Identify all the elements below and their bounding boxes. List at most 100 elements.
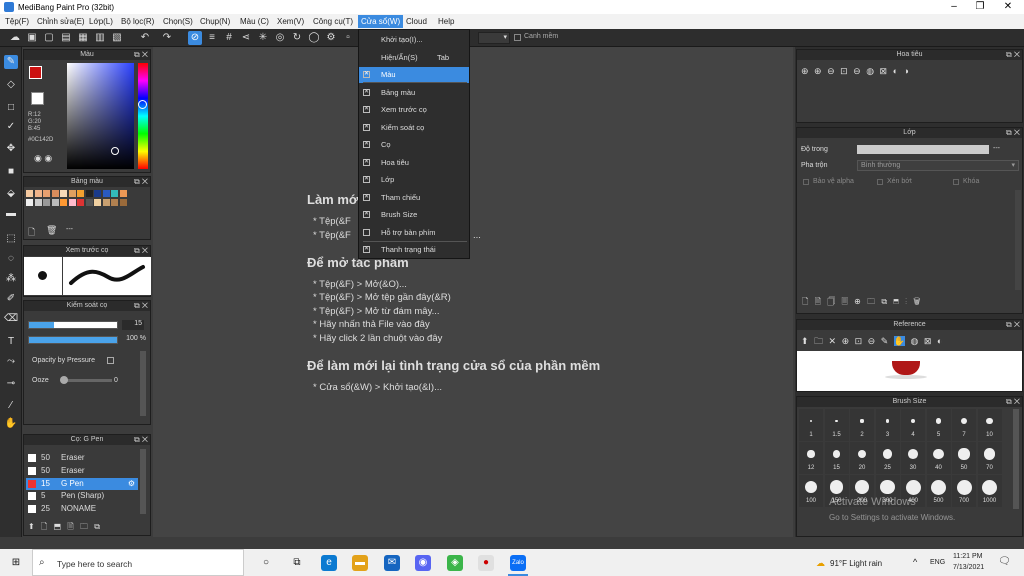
circle-snap-icon[interactable]: ◎	[273, 31, 287, 45]
brush-size-cell[interactable]: 100	[799, 475, 823, 507]
page-icon[interactable]: ▥	[93, 31, 107, 45]
grid-icon[interactable]: ▦	[76, 31, 90, 45]
divide-tool-icon[interactable]: ⁄	[4, 399, 18, 413]
brush-size-value[interactable]: 15	[122, 320, 144, 330]
dropdown-item[interactable]: ✕ Xem trước cọ	[359, 102, 469, 118]
panel-close-icon[interactable]: ⧉ ✕	[1006, 50, 1020, 60]
palette-swatch[interactable]	[94, 190, 101, 197]
zalo-icon[interactable]: Zalo	[510, 555, 526, 571]
palette-add-icon[interactable]: ◉ ◉	[34, 153, 52, 164]
green-app-icon[interactable]: ◈	[447, 555, 463, 571]
windows-start-icon[interactable]: ⊞	[8, 555, 24, 571]
palette-swatch[interactable]	[26, 190, 33, 197]
menu-color[interactable]: Màu (C)	[240, 17, 269, 26]
menu-file[interactable]: Tệp(F)	[5, 17, 29, 26]
palette-swatch[interactable]	[111, 199, 118, 206]
edge-icon[interactable]: e	[321, 555, 337, 571]
brush-list-actions[interactable]: ⬆ 🗋 ⬒ 🗎 🗀 ⧉	[28, 521, 100, 535]
palette-swatches[interactable]	[26, 190, 136, 218]
layout-icon[interactable]: ▤	[59, 31, 73, 45]
brush-list-row[interactable]: 5 Pen (Sharp)	[26, 490, 138, 502]
palette-swatch[interactable]	[77, 190, 84, 197]
reference-controls[interactable]: ⬆ 🗀 ✕ ⊕ ⊡ ⊖ ✎ ✋ ◍ ⊠ ◐	[801, 334, 942, 350]
mail-icon[interactable]: ✉	[384, 555, 400, 571]
brush-size-cell[interactable]: 500	[926, 475, 951, 507]
dropdown-item[interactable]: ✕ Thanh trạng thái	[359, 242, 469, 258]
brush-size-scrollbar[interactable]	[1013, 409, 1019, 509]
cloud-icon[interactable]: ☁	[8, 31, 22, 45]
dropdown-item[interactable]: ✕ Hoa tiêu	[359, 155, 469, 171]
delete-palette-icon[interactable]: 🗑	[46, 225, 57, 236]
brush-list-row[interactable]: 25 NONAME	[26, 503, 138, 515]
parallel-snap-icon[interactable]: ≡	[205, 31, 219, 45]
dropdown-item[interactable]: ✕ Bảng màu	[359, 85, 469, 101]
settings-snap-icon[interactable]: ⚙	[324, 31, 338, 45]
taskbar-search-box[interactable]: ⌕ Type here to search	[32, 549, 244, 576]
brush-list-scrollbar[interactable]	[140, 449, 146, 514]
fg-color-swatch[interactable]	[29, 66, 42, 79]
brush-tool-icon[interactable]: ✎	[4, 55, 18, 69]
menu-cloud[interactable]: Cloud	[406, 17, 427, 26]
dot-tool-icon[interactable]: □	[4, 101, 18, 115]
menu-filter[interactable]: Bộ lọc(R)	[121, 17, 154, 26]
palette-swatch[interactable]	[119, 199, 127, 206]
brush-size-cell[interactable]: 1.5	[824, 409, 849, 441]
menu-view[interactable]: Xem(V)	[277, 17, 304, 26]
panel-close-icon[interactable]: ⧉ ✕	[134, 50, 148, 60]
panel-close-icon[interactable]: ⧉ ✕	[134, 246, 148, 256]
snap-off-icon[interactable]: ⊘	[188, 31, 202, 45]
language-indicator[interactable]: ENG	[930, 559, 945, 566]
palette-swatch[interactable]	[51, 199, 59, 206]
comment-icon[interactable]: ▢	[42, 31, 56, 45]
brush-list-row[interactable]: 15 G Pen ⚙	[26, 477, 138, 490]
palette-swatch[interactable]	[60, 190, 67, 197]
new-palette-icon[interactable]: 🗋	[28, 225, 35, 241]
palette-swatch[interactable]	[34, 190, 42, 197]
weather-icon[interactable]: ☁	[816, 558, 825, 569]
eyedropper-tool-icon[interactable]: ⊸	[4, 377, 18, 391]
palette-swatch[interactable]	[119, 190, 127, 197]
task-view-icon[interactable]: ⧉	[289, 555, 305, 571]
protect-alpha-checkbox[interactable]	[803, 179, 809, 185]
brush-size-cell[interactable]: 20	[850, 442, 874, 474]
palette-swatch[interactable]	[68, 199, 76, 206]
brush-size-cell[interactable]: 700	[952, 475, 976, 507]
discord-icon[interactable]: ◉	[415, 555, 431, 571]
palette-swatch[interactable]	[102, 199, 110, 206]
blend-mode-select[interactable]: Bình thường ▾	[857, 160, 1019, 171]
palette-swatch[interactable]	[34, 199, 42, 206]
menu-select[interactable]: Chọn(S)	[163, 17, 193, 26]
eraser-tool-icon[interactable]: ◇	[4, 78, 18, 92]
canvas-area[interactable]: Làm mới * Tệp(&F * Tệp(&F ... Để mở tác …	[153, 47, 793, 537]
clock-date[interactable]: 7/13/2021	[953, 564, 984, 571]
soft-snap-checkbox[interactable]	[514, 34, 521, 41]
operation-tool-icon[interactable]: ⤳	[4, 355, 18, 369]
palette-swatch[interactable]	[94, 199, 101, 206]
table-icon[interactable]: ▧	[110, 31, 124, 45]
layer-opacity-slider[interactable]	[857, 145, 989, 154]
brush-list-row[interactable]: 50 Eraser	[26, 452, 138, 464]
brush-size-slider[interactable]	[28, 321, 118, 329]
saturation-value-picker[interactable]	[67, 63, 134, 169]
select-eraser-icon[interactable]: ⌫	[4, 312, 18, 326]
dropdown-item[interactable]: Hỗ trợ bàn phím	[359, 225, 469, 241]
ooze-slider[interactable]	[60, 376, 112, 384]
ellipse-snap-icon[interactable]: ◯	[307, 31, 321, 45]
layer-actions[interactable]: 🗋 🗎 🗍 🗏 ⊕ 🗀 ⧉ ⬒ ⫶ 🗑	[802, 296, 921, 310]
dropdown-item[interactable]: ✕ Lớp	[359, 172, 469, 188]
opacity-pressure-checkbox[interactable]	[107, 357, 114, 364]
bg-color-swatch[interactable]	[31, 92, 44, 105]
menu-window[interactable]: Cửa sổ(W)	[358, 15, 404, 28]
sv-picker-handle[interactable]	[111, 147, 119, 155]
palette-swatch[interactable]	[60, 199, 67, 206]
select-pen-tool-icon[interactable]: ✐	[4, 292, 18, 306]
weather-text[interactable]: 91°F Light rain	[830, 559, 882, 568]
brush-size-cell[interactable]: 2	[850, 409, 874, 441]
brush-opacity-slider[interactable]	[28, 336, 118, 344]
snap-option-icon[interactable]: ▫	[341, 31, 355, 45]
dropdown-item[interactable]: ✕ Cọ	[359, 137, 469, 153]
clock-time[interactable]: 11:21 PM	[953, 553, 982, 560]
lock-checkbox[interactable]	[953, 179, 959, 185]
brush-size-cell[interactable]: 4	[901, 409, 925, 441]
brush-settings-icon[interactable]: ⚙	[128, 478, 135, 490]
